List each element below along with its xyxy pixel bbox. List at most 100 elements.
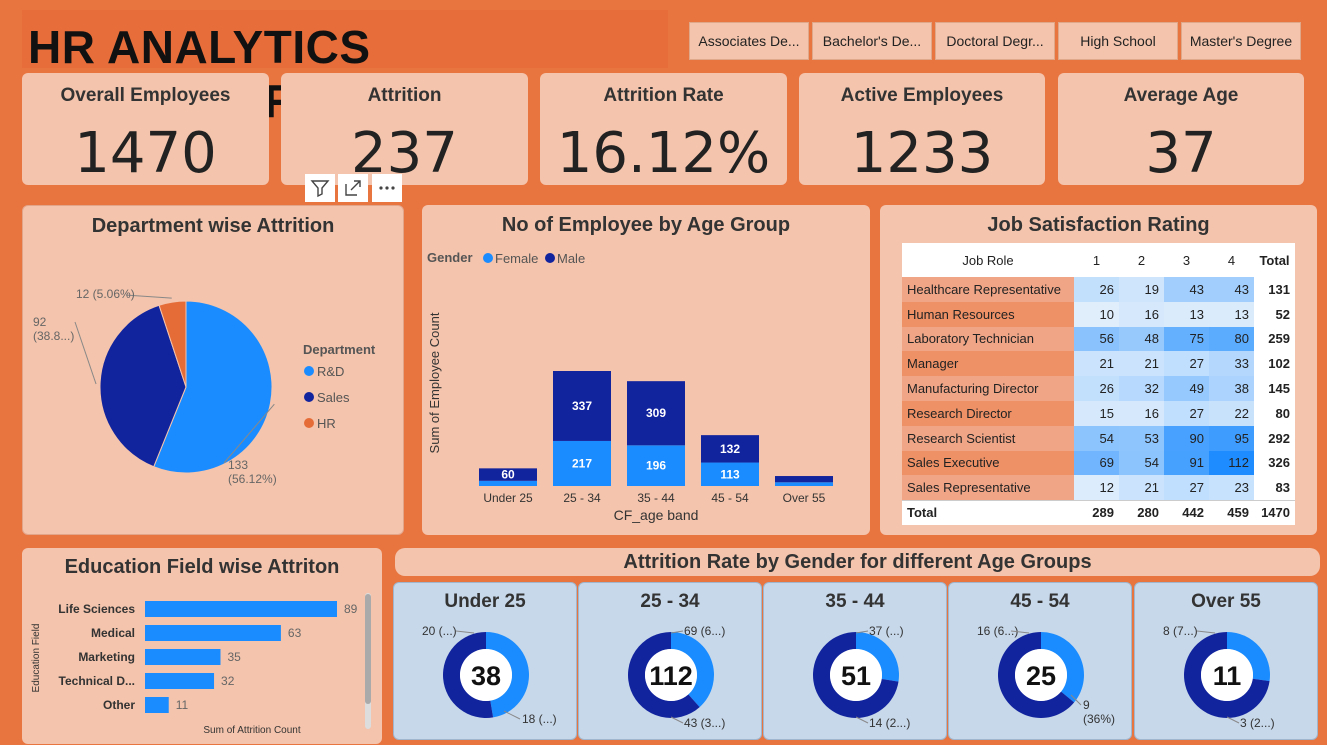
rating-cell: 56 — [1074, 326, 1119, 352]
table-row[interactable]: Research Scientist 54 53 90 95 292 — [902, 425, 1295, 451]
slicer-masters-degree[interactable]: Master's Degree — [1181, 22, 1301, 60]
age-group-panel: No of Employee by Age Group Gender Femal… — [422, 205, 870, 535]
job-role-cell: Sales Representative — [902, 475, 1074, 501]
x-tick-label: Under 25 — [483, 491, 533, 505]
table-row[interactable]: Research Director 15 16 27 22 80 — [902, 400, 1295, 426]
donut-leader-line — [455, 630, 475, 634]
total-cell: 459 — [1209, 499, 1254, 525]
bar[interactable] — [145, 649, 221, 665]
table-row[interactable]: Manufacturing Director 26 32 49 38 145 — [902, 376, 1295, 401]
table-header-cell[interactable]: 2 — [1119, 243, 1164, 277]
table-total-row: Total 289 280 442 459 1470 — [902, 499, 1295, 525]
kpi-active-employees: Active Employees 1233 — [799, 73, 1045, 186]
rating-cell: 38 — [1209, 376, 1254, 401]
legend-marker — [304, 392, 314, 402]
rating-cell: 10 — [1074, 301, 1119, 327]
donut-chart: 112 69 (6...) 43 (3...) — [628, 624, 725, 730]
rating-cell: 27 — [1164, 351, 1209, 377]
education-attrition-panel: Education Field wise Attriton Education … — [22, 548, 382, 744]
job-satisfaction-panel: Job Satisfaction Rating Job Role 1 2 3 4 Tota… — [880, 205, 1317, 535]
bar-data-label: 337 — [572, 399, 592, 413]
bar-data-label: 309 — [646, 406, 666, 420]
rating-cell: 43 — [1164, 277, 1209, 302]
kpi-value: 1233 — [850, 121, 994, 186]
table-header-cell[interactable]: 3 — [1164, 243, 1209, 277]
legend-female-marker — [483, 253, 493, 263]
row-total-cell: 259 — [1254, 326, 1295, 352]
focus-mode-icon[interactable] — [338, 174, 368, 202]
title-banner: HR ANALYTICS DASHBOARD — [22, 10, 668, 127]
donut-chart: 2516 (6...)9 (36%) — [977, 624, 1115, 726]
pie-data-label: 92 (38.8...) — [33, 315, 74, 343]
filter-icon[interactable] — [305, 174, 335, 202]
rating-cell: 32 — [1119, 376, 1164, 401]
kpi-label: Overall Employees — [60, 85, 231, 106]
kpi-label: Attrition — [367, 85, 442, 106]
bar-data-label: 89 — [344, 602, 358, 616]
table-header-cell[interactable]: Total — [1254, 243, 1295, 277]
table-row[interactable]: Sales Executive 69 54 91 112 326 — [902, 450, 1295, 476]
bar[interactable] — [145, 601, 337, 617]
table-row[interactable]: Healthcare Representative 26 19 43 43 131 — [902, 277, 1295, 302]
donut-male-label: 37 (...) — [869, 624, 904, 638]
table-row[interactable]: Human Resources 10 16 13 13 52 — [902, 301, 1295, 327]
bar-data-label: 60 — [501, 468, 515, 482]
chart-title: Job Satisfaction Rating — [987, 214, 1210, 236]
more-options-icon[interactable] — [372, 174, 402, 202]
donut-center-value: 38 — [471, 661, 501, 691]
kpi-value: 37 — [1145, 121, 1217, 186]
rating-cell: 26 — [1074, 376, 1119, 401]
table-header-cell[interactable]: 4 — [1209, 243, 1254, 277]
table-row[interactable]: Sales Representative 12 21 27 23 83 — [902, 475, 1295, 501]
row-total-cell: 292 — [1254, 425, 1295, 451]
donut-center-value: 51 — [841, 661, 871, 691]
donut-center-value: 25 — [1026, 661, 1056, 691]
row-total-cell: 102 — [1254, 351, 1295, 377]
table-header-cell[interactable]: Job Role — [902, 243, 1074, 277]
donut-leader-line — [503, 710, 521, 720]
row-total-cell: 131 — [1254, 277, 1295, 302]
table-row[interactable]: Manager 21 21 27 33 102 — [902, 351, 1295, 377]
department-attrition-panel: Department wise Attrition 133 (56.12%) 92(… — [22, 205, 404, 535]
donut-leader-line — [1196, 630, 1216, 634]
donut-male-label: 20 (...) — [422, 624, 457, 638]
rating-cell: 21 — [1119, 351, 1164, 377]
donut-female-label: 14 (2...) — [869, 716, 910, 730]
bar-segment[interactable] — [775, 476, 833, 483]
donut-female-label: 9 (36%) — [1083, 698, 1115, 726]
bar[interactable] — [145, 697, 169, 713]
kpi-average-age: Average Age 37 — [1058, 73, 1304, 186]
donut-card: 25 - 34 112 69 (6...) 43 (3...) — [578, 582, 762, 740]
kpi-attrition: Attrition 237 — [281, 73, 528, 186]
row-total-cell: 326 — [1254, 450, 1295, 476]
job-role-cell: Research Director — [902, 400, 1074, 426]
x-tick-label: 45 - 54 — [711, 491, 749, 505]
rating-cell: 53 — [1119, 425, 1164, 451]
donut-leader-line — [855, 716, 869, 724]
bar[interactable] — [145, 625, 281, 641]
rating-cell: 16 — [1119, 301, 1164, 327]
bar-data-label: 132 — [720, 442, 740, 456]
donut-center-value: 112 — [649, 661, 693, 691]
rating-cell: 54 — [1074, 425, 1119, 451]
slicer-bachelors-degree[interactable]: Bachelor's De... — [812, 22, 932, 60]
bar-segment[interactable] — [775, 482, 833, 486]
donut-male-label: 8 (7...) — [1163, 624, 1198, 638]
department-pie-chart: 133 (56.12%) 92 (38.8...)12 (5.06%) Departm… — [33, 287, 376, 486]
x-tick-label: 35 - 44 — [637, 491, 675, 505]
table-header-cell[interactable]: 1 — [1074, 243, 1119, 277]
slicer-high-school[interactable]: High School — [1058, 22, 1178, 60]
scrollbar-thumb[interactable] — [365, 594, 371, 704]
rating-cell: 26 — [1074, 277, 1119, 302]
kpi-label: Average Age — [1123, 85, 1239, 106]
rating-cell: 27 — [1164, 475, 1209, 501]
table-row[interactable]: Laboratory Technician 56 48 75 80 259 — [902, 326, 1295, 352]
slicer-associates-degree[interactable]: Associates De... — [689, 22, 809, 60]
job-role-cell: Manufacturing Director — [902, 376, 1074, 401]
rating-cell: 33 — [1209, 351, 1254, 377]
job-role-cell: Research Scientist — [902, 425, 1074, 451]
bar[interactable] — [145, 673, 215, 689]
slicer-doctoral-degree[interactable]: Doctoral Degr... — [935, 22, 1055, 60]
bar-data-label: 63 — [288, 626, 302, 640]
kpi-value: 1470 — [74, 121, 217, 186]
